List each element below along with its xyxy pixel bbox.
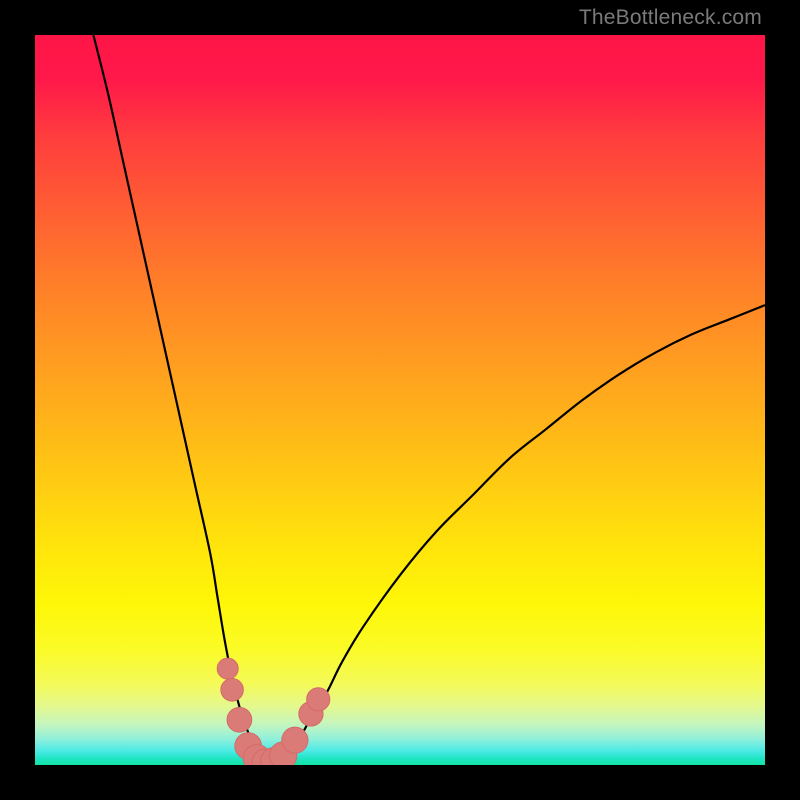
- curve-layer: [35, 35, 765, 765]
- plot-area: [35, 35, 765, 765]
- highlight-marker: [221, 679, 244, 702]
- highlight-marker: [227, 707, 252, 732]
- watermark-text: TheBottleneck.com: [579, 6, 762, 30]
- chart-frame: TheBottleneck.com: [0, 0, 800, 800]
- curve-right-branch: [269, 305, 765, 765]
- curve-left-branch: [93, 35, 268, 765]
- highlight-marker: [307, 688, 330, 711]
- highlight-marker: [282, 727, 308, 753]
- highlight-marker: [217, 658, 238, 679]
- highlight-markers: [217, 658, 330, 765]
